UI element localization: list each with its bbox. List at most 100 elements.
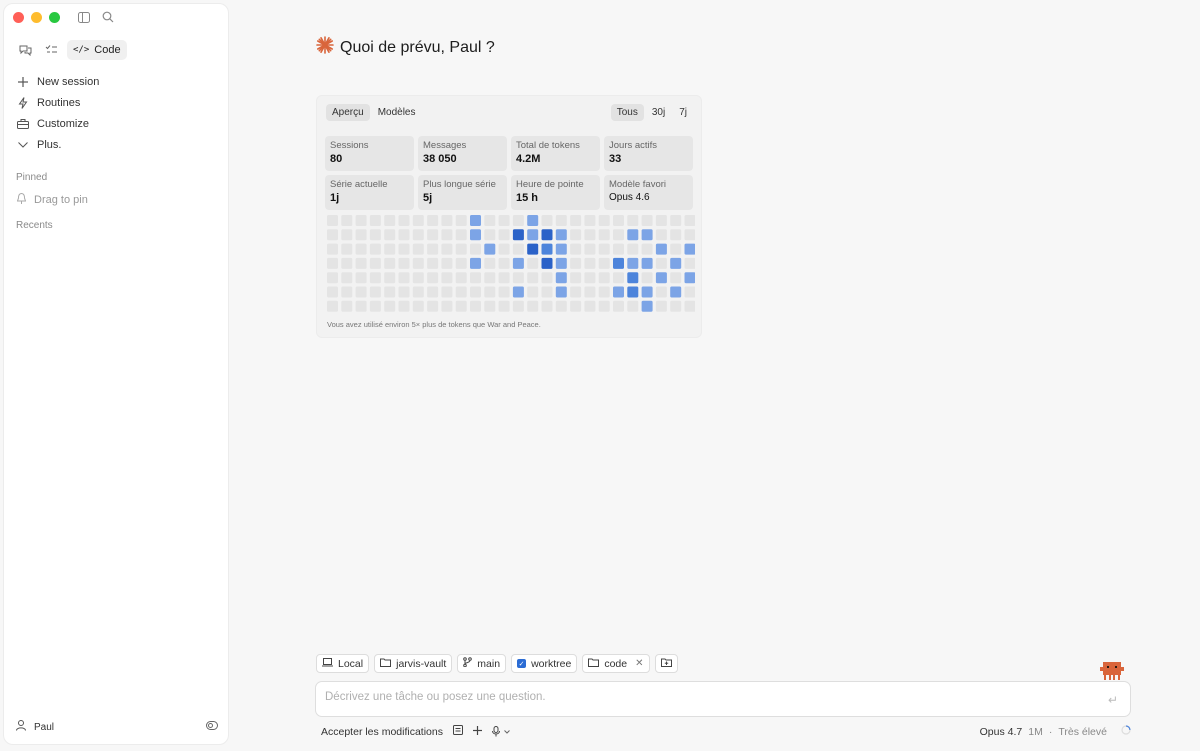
sidebar-item-routines[interactable]: Routines xyxy=(15,92,215,113)
heatmap-cell xyxy=(327,229,338,241)
stat-label: Jours actifs xyxy=(609,140,658,151)
heatmap-cell xyxy=(341,229,353,241)
settings-toggle-icon[interactable] xyxy=(206,721,218,733)
enter-icon[interactable]: ↵ xyxy=(1108,693,1118,707)
close-icon[interactable]: ✕ xyxy=(635,658,643,669)
heatmap-cell xyxy=(584,243,596,255)
heatmap-cell xyxy=(512,300,524,312)
search-icon[interactable] xyxy=(101,10,115,24)
heatmap-cell xyxy=(484,272,496,284)
heatmap-cell xyxy=(655,272,667,284)
cowork-mode-icon[interactable] xyxy=(41,40,61,60)
heatmap-cell xyxy=(627,257,639,269)
heatmap-cell xyxy=(484,229,496,241)
heatmap-cell xyxy=(627,272,639,284)
branch-chip[interactable]: main xyxy=(457,654,507,673)
range-30d[interactable]: 30j xyxy=(646,104,671,121)
tab-overview[interactable]: Aperçu xyxy=(326,104,370,121)
heatmap-cell xyxy=(684,286,695,298)
heatmap-cell xyxy=(427,229,439,241)
separator-dot: · xyxy=(1048,725,1053,738)
heatmap-cell xyxy=(541,272,553,284)
heatmap-cell xyxy=(598,257,610,269)
stats-grid: Sessions 80 Messages 38 050 Total de token… xyxy=(325,136,693,210)
tab-models[interactable]: Modèles xyxy=(372,104,422,121)
heatmap-cell xyxy=(641,215,653,226)
sidebar-item-label: Plus. xyxy=(37,138,62,151)
heatmap-cell xyxy=(369,243,381,255)
stat-value: 15 h xyxy=(516,192,539,204)
heatmap-cell xyxy=(512,215,524,226)
heatmap-cell xyxy=(369,215,381,226)
minimize-window-button[interactable] xyxy=(31,12,42,23)
heatmap-cell xyxy=(684,229,695,241)
prompt-input[interactable] xyxy=(325,691,1085,703)
heatmap-cell xyxy=(584,257,596,269)
heatmap-cell xyxy=(384,243,396,255)
worktree-checkbox[interactable]: ✓ xyxy=(517,659,527,668)
microphone-icon[interactable] xyxy=(491,726,510,737)
stat-value: 5j xyxy=(423,192,433,204)
heatmap-cell xyxy=(327,215,338,226)
heatmap-cell xyxy=(641,300,653,312)
heatmap-cell xyxy=(498,272,510,284)
local-chip[interactable]: Local xyxy=(316,654,370,673)
prompt-input-box: ↵ xyxy=(315,681,1131,717)
sidebar-item-label: Routines xyxy=(37,96,81,109)
heatmap-cell xyxy=(584,286,596,298)
activity-heatmap xyxy=(327,215,695,315)
heatmap-cell xyxy=(412,272,424,284)
heatmap-cell xyxy=(470,286,481,298)
heatmap-cell xyxy=(498,300,510,312)
heatmap-cell xyxy=(398,243,410,255)
heatmap-cell xyxy=(641,243,653,255)
recents-heading: Recents xyxy=(16,220,53,231)
heatmap-cell xyxy=(641,229,653,241)
heatmap-cell xyxy=(470,300,481,312)
close-window-button[interactable] xyxy=(13,12,24,23)
add-attachment-icon[interactable] xyxy=(472,725,482,738)
chat-mode-icon[interactable] xyxy=(15,40,35,60)
heatmap-cell xyxy=(341,215,353,226)
heatmap-cell xyxy=(369,229,381,241)
maximize-window-button[interactable] xyxy=(49,12,60,23)
user-profile-row[interactable]: Paul xyxy=(16,720,218,734)
plan-icon[interactable] xyxy=(452,725,463,738)
usage-footnote: Vous avez utilisé environ 5× plus de tok… xyxy=(327,320,541,329)
heatmap-cell xyxy=(655,300,667,312)
heatmap-cell xyxy=(369,257,381,269)
folder-chip[interactable]: jarvis-vault xyxy=(374,654,453,673)
heatmap-cell xyxy=(470,257,481,269)
heatmap-cell xyxy=(527,300,539,312)
drag-to-pin-label: Drag to pin xyxy=(34,194,88,206)
heatmap-cell xyxy=(527,229,539,241)
stat-total-tokens: Total de tokens 4.2M xyxy=(511,136,600,171)
sidebar-item-customize[interactable]: Customize xyxy=(15,113,215,134)
heatmap-cell xyxy=(498,229,510,241)
sidebar-item-new-session[interactable]: New session xyxy=(15,71,215,92)
range-7d[interactable]: 7j xyxy=(673,104,693,121)
model-selector[interactable]: Opus 4.7 1M · Très élevé xyxy=(980,725,1131,738)
code-folder-chip[interactable]: code ✕ xyxy=(582,654,650,673)
worktree-chip[interactable]: ✓ worktree xyxy=(511,654,578,673)
code-mode-tab[interactable]: </> Code xyxy=(67,40,127,60)
heatmap-cell xyxy=(384,215,396,226)
heatmap-cell xyxy=(484,257,496,269)
heatmap-cell xyxy=(398,257,410,269)
heatmap-cell xyxy=(555,286,567,298)
asterisk-logo-icon xyxy=(316,36,334,59)
accept-edits-toggle[interactable]: Accepter les modifications xyxy=(321,726,443,738)
sidebar-toggle-icon[interactable] xyxy=(77,10,91,24)
heatmap-cell xyxy=(627,229,639,241)
heatmap-cell xyxy=(384,229,396,241)
heatmap-cell xyxy=(541,300,553,312)
range-all[interactable]: Tous xyxy=(610,104,644,121)
heatmap-cell xyxy=(655,229,667,241)
briefcase-icon xyxy=(17,118,29,130)
heatmap-cell xyxy=(684,243,695,255)
heatmap-cell xyxy=(598,272,610,284)
heatmap-cell xyxy=(412,300,424,312)
add-folder-button[interactable] xyxy=(654,654,678,673)
code-mode-label: Code xyxy=(94,44,121,56)
sidebar-item-more[interactable]: Plus. xyxy=(15,134,215,155)
